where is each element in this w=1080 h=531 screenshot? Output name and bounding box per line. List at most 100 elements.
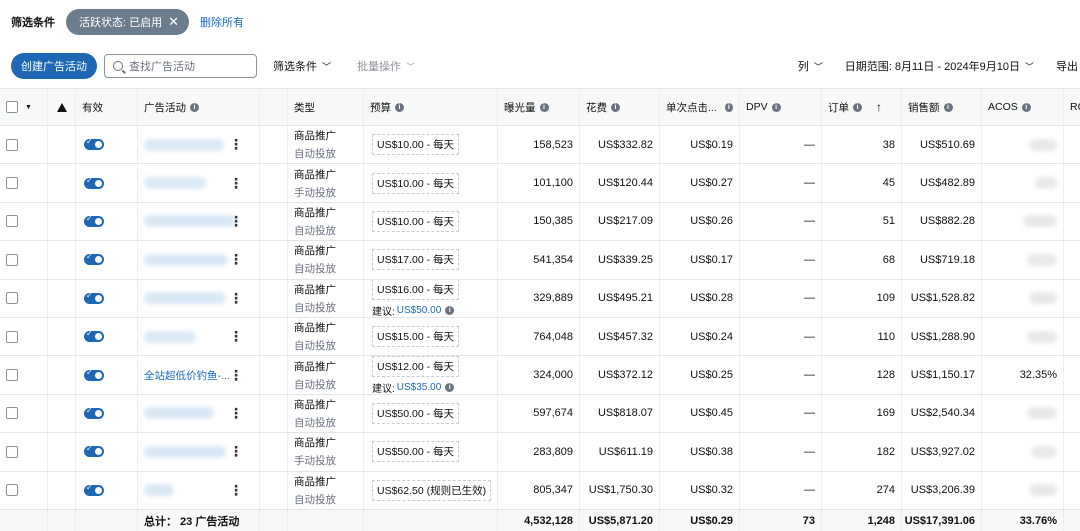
cpc-column-header[interactable]: 单次点击... i bbox=[660, 89, 740, 125]
row-select-cell[interactable] bbox=[0, 394, 48, 433]
row-checkbox[interactable] bbox=[6, 177, 18, 190]
budget-cell[interactable]: US$12.00 - 每天 建议: US$35.00 i bbox=[364, 356, 498, 394]
more-options-icon[interactable]: ⋮ bbox=[229, 175, 243, 192]
campaign-cell[interactable]: ⋮ bbox=[138, 279, 260, 317]
budget-cell[interactable]: US$50.00 - 每天 bbox=[364, 433, 498, 471]
budget-value[interactable]: US$16.00 - 每天 bbox=[372, 279, 460, 300]
row-select-cell[interactable] bbox=[0, 318, 48, 356]
active-cell[interactable] bbox=[76, 356, 138, 394]
redacted-campaign-name[interactable] bbox=[144, 138, 224, 151]
more-options-icon[interactable]: ⋮ bbox=[229, 251, 243, 268]
row-select-cell[interactable] bbox=[0, 202, 48, 241]
row-checkbox[interactable] bbox=[6, 369, 18, 382]
active-cell[interactable] bbox=[76, 394, 138, 433]
info-icon[interactable]: i bbox=[943, 102, 953, 112]
bulk-actions-dropdown[interactable]: 批量操作 ﹀ bbox=[357, 58, 415, 74]
row-checkbox[interactable] bbox=[6, 445, 18, 458]
active-toggle[interactable] bbox=[84, 483, 104, 496]
acos-column-header[interactable]: ACOS i bbox=[982, 89, 1064, 125]
active-toggle[interactable] bbox=[84, 368, 104, 381]
budget-cell[interactable]: US$16.00 - 每天 建议: US$50.00 i bbox=[364, 279, 498, 317]
budget-value[interactable]: US$17.00 - 每天 bbox=[372, 249, 460, 271]
spend-column-header[interactable]: 花费 i bbox=[580, 89, 660, 125]
redacted-campaign-name[interactable] bbox=[144, 177, 206, 190]
sales-column-header[interactable]: 销售额 i bbox=[902, 89, 982, 125]
budget-value[interactable]: US$10.00 - 每天 bbox=[372, 134, 460, 156]
active-cell[interactable] bbox=[76, 433, 138, 471]
active-toggle[interactable] bbox=[84, 406, 104, 419]
active-toggle[interactable] bbox=[84, 291, 104, 304]
row-checkbox[interactable] bbox=[6, 253, 18, 266]
active-toggle[interactable] bbox=[84, 176, 104, 189]
row-select-cell[interactable] bbox=[0, 126, 48, 164]
row-select-cell[interactable] bbox=[0, 356, 48, 394]
row-checkbox[interactable] bbox=[6, 292, 18, 305]
date-range-dropdown[interactable]: 日期范围: 8月11日 - 2024年9月10日 ﹀ bbox=[845, 58, 1034, 74]
active-toggle[interactable] bbox=[84, 252, 104, 266]
budget-value[interactable]: US$50.00 - 每天 bbox=[372, 402, 460, 424]
info-icon[interactable]: i bbox=[445, 305, 455, 315]
active-toggle[interactable] bbox=[84, 137, 104, 151]
export-button[interactable]: 导出 bbox=[1056, 58, 1078, 74]
budget-cell[interactable]: US$15.00 - 每天 bbox=[364, 318, 498, 356]
row-checkbox[interactable] bbox=[6, 138, 18, 151]
active-toggle[interactable] bbox=[84, 329, 104, 343]
active-cell[interactable] bbox=[76, 202, 138, 241]
campaign-column-header[interactable]: 广告活动 i bbox=[138, 89, 260, 125]
info-icon[interactable]: i bbox=[539, 102, 549, 112]
columns-dropdown[interactable]: 列 ﹀ bbox=[798, 58, 823, 74]
more-options-icon[interactable]: ⋮ bbox=[229, 367, 243, 384]
impressions-column-header[interactable]: 曝光量 i bbox=[498, 89, 580, 125]
info-icon[interactable]: i bbox=[724, 102, 733, 112]
suggestion-value[interactable]: US$50.00 bbox=[397, 305, 441, 316]
row-checkbox[interactable] bbox=[6, 484, 18, 497]
budget-cell[interactable]: US$62.50 (规则已生效) bbox=[364, 471, 498, 509]
row-checkbox[interactable] bbox=[6, 215, 18, 228]
budget-value[interactable]: US$12.00 - 每天 bbox=[372, 356, 460, 377]
info-icon[interactable]: i bbox=[611, 102, 620, 112]
budget-column-header[interactable]: 预算 i bbox=[364, 89, 498, 125]
active-toggle[interactable] bbox=[84, 214, 104, 227]
type-column-header[interactable]: 类型 bbox=[288, 89, 364, 125]
budget-value[interactable]: US$15.00 - 每天 bbox=[372, 326, 460, 348]
budget-cell[interactable]: US$17.00 - 每天 bbox=[364, 241, 498, 279]
active-cell[interactable] bbox=[76, 471, 138, 509]
campaign-cell[interactable]: ⋮ bbox=[138, 241, 260, 279]
campaign-cell[interactable]: ⋮ bbox=[138, 318, 260, 356]
budget-value[interactable]: US$62.50 (规则已生效) bbox=[372, 479, 492, 501]
campaign-name-link[interactable]: 全站超低价钓鱼-... bbox=[144, 368, 230, 383]
roas-column-header[interactable]: RO bbox=[1064, 89, 1080, 125]
more-options-icon[interactable]: ⋮ bbox=[229, 290, 243, 307]
row-select-cell[interactable] bbox=[0, 471, 48, 509]
active-status-filter-chip[interactable]: 活跃状态: 已启用 ✕ bbox=[66, 9, 190, 35]
more-options-icon[interactable]: ⋮ bbox=[229, 405, 243, 422]
active-column-header[interactable]: 有效 bbox=[76, 89, 138, 125]
row-select-cell[interactable] bbox=[0, 433, 48, 471]
campaign-cell[interactable]: ⋮ bbox=[138, 164, 260, 202]
row-select-cell[interactable] bbox=[0, 279, 48, 317]
create-campaign-button[interactable]: 创建广告活动 bbox=[11, 53, 97, 79]
redacted-campaign-name[interactable] bbox=[144, 253, 228, 266]
active-cell[interactable] bbox=[76, 164, 138, 202]
active-cell[interactable] bbox=[76, 126, 138, 164]
campaign-cell[interactable]: ⋮ bbox=[138, 433, 260, 471]
caret-down-icon[interactable]: ▼ bbox=[25, 104, 32, 111]
info-icon[interactable]: i bbox=[190, 102, 199, 112]
active-toggle[interactable] bbox=[84, 444, 104, 458]
campaign-cell[interactable]: 全站超低价钓鱼-... ⋮ bbox=[138, 356, 260, 394]
info-icon[interactable]: i bbox=[445, 382, 455, 392]
row-select-cell[interactable] bbox=[0, 164, 48, 202]
budget-value[interactable]: US$10.00 - 每天 bbox=[372, 172, 460, 194]
budget-cell[interactable]: US$10.00 - 每天 bbox=[364, 164, 498, 202]
close-icon[interactable]: ✕ bbox=[168, 14, 179, 30]
redacted-campaign-name[interactable] bbox=[144, 407, 214, 420]
budget-cell[interactable]: US$10.00 - 每天 bbox=[364, 126, 498, 164]
more-options-icon[interactable]: ⋮ bbox=[229, 213, 243, 230]
row-checkbox[interactable] bbox=[6, 407, 18, 420]
orders-column-header[interactable]: 订单 i ↑ bbox=[822, 89, 902, 125]
select-all-checkbox[interactable] bbox=[6, 101, 18, 113]
filter-dropdown[interactable]: 筛选条件 ﹀ bbox=[273, 58, 331, 74]
campaign-cell[interactable]: ⋮ bbox=[138, 471, 260, 509]
active-cell[interactable] bbox=[76, 318, 138, 356]
more-options-icon[interactable]: ⋮ bbox=[229, 328, 243, 345]
